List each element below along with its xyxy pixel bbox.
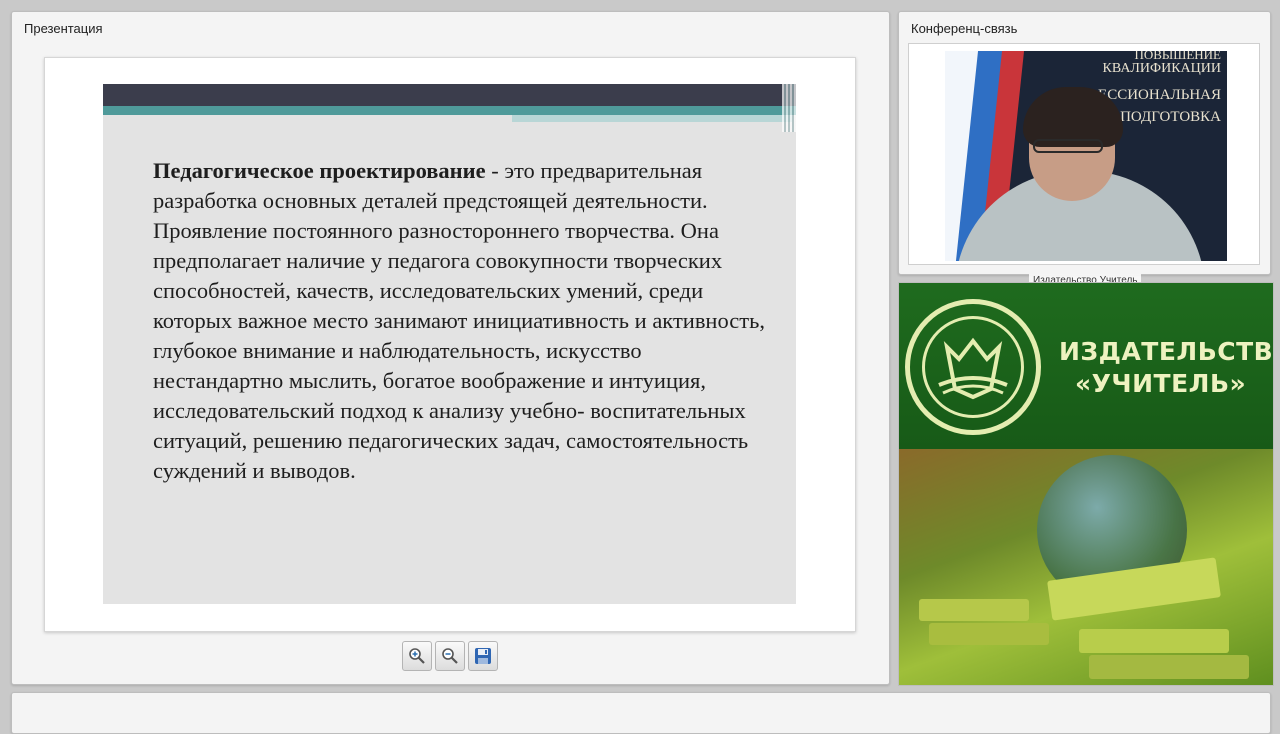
book-stack-4	[1089, 655, 1249, 679]
book-stack-2	[929, 623, 1049, 645]
slide-edge-decoration	[782, 84, 796, 132]
poster-line-4: ПОДГОТОВКА	[1120, 109, 1221, 125]
book-stack-3	[1079, 629, 1229, 653]
slide-definition: - это предварительная разработка основны…	[153, 158, 765, 483]
conference-panel: Конференц-связь ПОВЫШЕНИЕ КВАЛИФИКАЦИИ Е…	[898, 11, 1271, 287]
publisher-banner[interactable]: ИЗДАТЕЛЬСТВО «УЧИТЕЛЬ»	[898, 282, 1274, 686]
logo-inner-ring	[922, 316, 1024, 418]
presentation-panel-title: Презентация	[24, 21, 103, 36]
bottom-panel	[11, 692, 1271, 734]
poster-line-2: КВАЛИФИКАЦИИ	[1102, 61, 1221, 76]
slide-body-text: Педагогическое проектирование - это пред…	[153, 156, 773, 486]
banner-title-line-2: «УЧИТЕЛЬ»	[1075, 369, 1247, 398]
presentation-panel: Презентация Педагогическое проектировани…	[11, 11, 890, 685]
banner-title-line-1: ИЗДАТЕЛЬСТВО	[1059, 337, 1274, 366]
open-book-icon	[938, 337, 1008, 400]
speaker-glasses	[1033, 139, 1103, 153]
zoom-in-button[interactable]	[402, 641, 432, 671]
conference-panel-title: Конференц-связь	[911, 21, 1018, 36]
poster-line-3: ЕССИОНАЛЬНАЯ	[1098, 87, 1221, 103]
save-button[interactable]	[468, 641, 498, 671]
publisher-logo	[905, 299, 1041, 435]
slide: Педагогическое проектирование - это пред…	[103, 84, 796, 604]
slide-header-bar	[103, 84, 796, 106]
zoom-out-button[interactable]	[435, 641, 465, 671]
zoom-in-icon	[409, 648, 425, 664]
banner-image	[899, 449, 1273, 685]
speaker-video: ПОВЫШЕНИЕ КВАЛИФИКАЦИИ ЕССИОНАЛЬНАЯ ПОДГ…	[945, 51, 1227, 261]
slide-accent-bar	[103, 106, 796, 115]
slide-accent-stripe	[512, 115, 792, 122]
banner-header: ИЗДАТЕЛЬСТВО «УЧИТЕЛЬ»	[899, 283, 1273, 449]
book-stack-1	[919, 599, 1029, 621]
zoom-out-icon	[442, 648, 458, 664]
slide-frame: Педагогическое проектирование - это пред…	[44, 57, 856, 632]
video-feed[interactable]: ПОВЫШЕНИЕ КВАЛИФИКАЦИИ ЕССИОНАЛЬНАЯ ПОДГ…	[908, 43, 1260, 287]
slide-term: Педагогическое проектирование	[153, 158, 486, 183]
save-icon	[475, 648, 491, 664]
